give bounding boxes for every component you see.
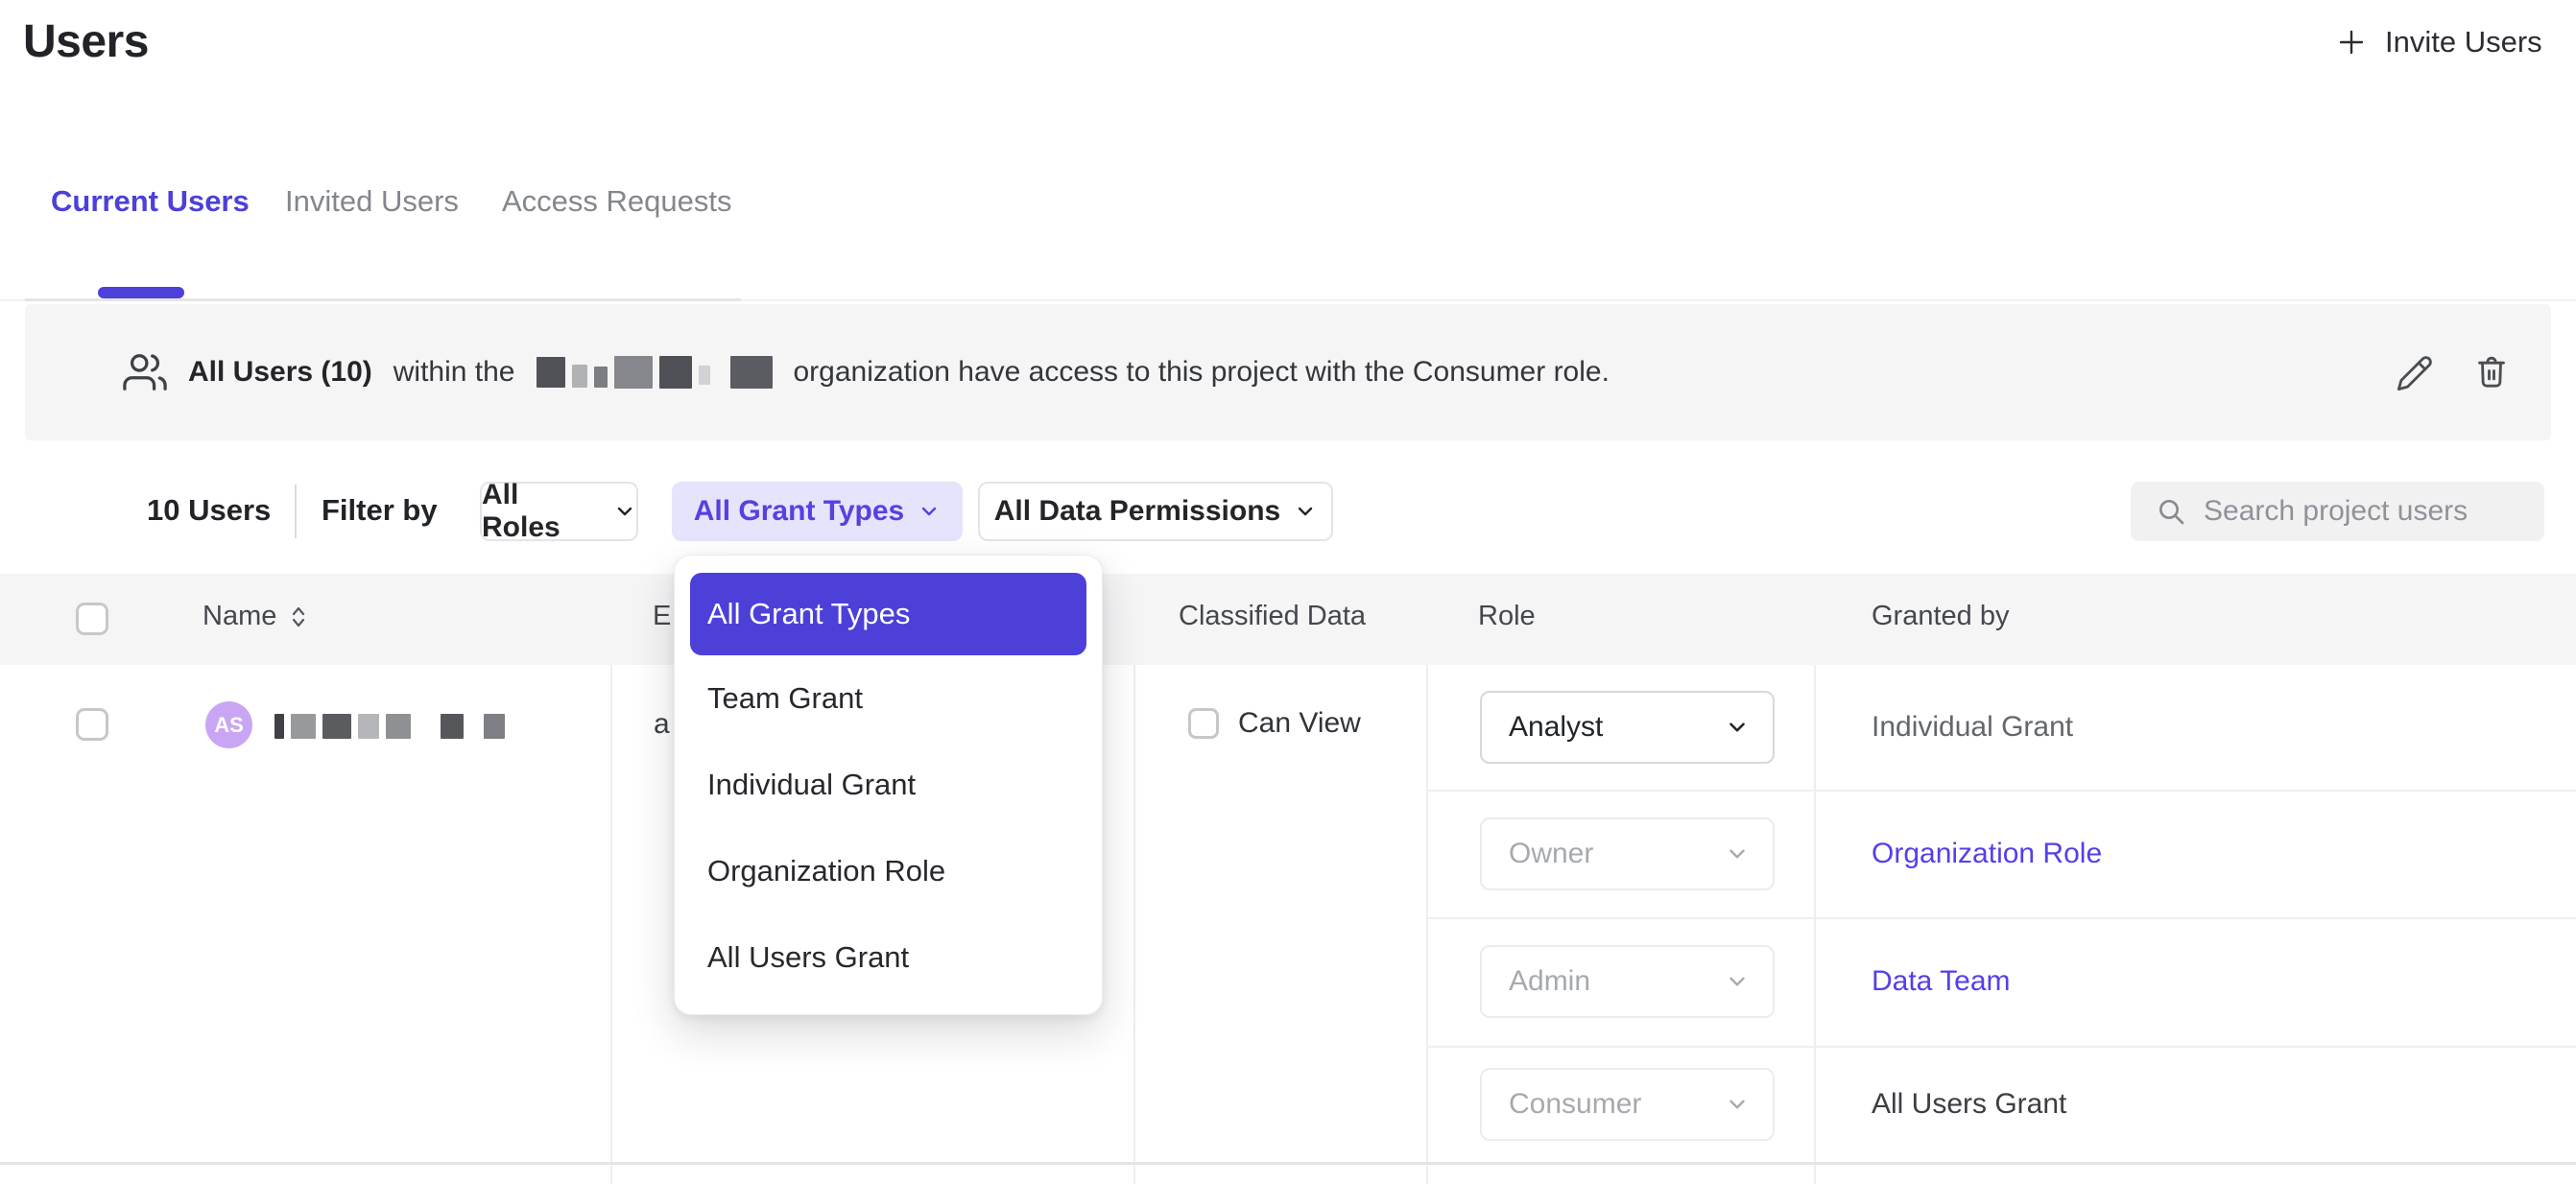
filter-by-label: Filter by — [322, 493, 438, 528]
grant-row-divider — [1427, 917, 2576, 919]
row-checkbox[interactable] — [76, 708, 108, 741]
edit-icon[interactable] — [2396, 354, 2434, 392]
filter-all-roles-label: All Roles — [482, 479, 600, 544]
column-divider — [610, 665, 612, 1184]
role-select-value: Owner — [1509, 838, 1593, 870]
chevron-down-icon — [613, 500, 636, 523]
column-divider — [1133, 665, 1135, 1184]
tab-current-users[interactable]: Current Users — [51, 184, 250, 219]
filter-all-grant-types-label: All Grant Types — [694, 495, 905, 528]
grant-row-divider — [1427, 790, 2576, 792]
grant-types-dropdown-menu: All Grant Types Team Grant Individual Gr… — [674, 555, 1103, 1015]
role-select-admin: Admin — [1480, 945, 1775, 1018]
classified-data-cell: Can View — [1188, 707, 1361, 740]
grant-row-divider — [1427, 1046, 2576, 1048]
toolbar-divider — [295, 485, 297, 538]
banner-bold-text: All Users (10) — [188, 356, 372, 389]
row-divider — [0, 1162, 2576, 1165]
role-select-value: Admin — [1509, 965, 1590, 998]
granted-by-individual-grant: Individual Grant — [1872, 707, 2073, 747]
plus-icon — [2335, 26, 2368, 59]
menu-item-individual-grant[interactable]: Individual Grant — [690, 742, 1086, 828]
column-header-classified-data: Classified Data — [1179, 601, 1366, 632]
org-name-redacted — [537, 356, 773, 389]
avatar: AS — [205, 701, 252, 748]
invite-users-label: Invite Users — [2385, 25, 2542, 59]
filter-all-data-permissions[interactable]: All Data Permissions — [978, 482, 1333, 541]
column-divider — [1814, 665, 1816, 1184]
granted-by-organization-role-link[interactable]: Organization Role — [1872, 834, 2102, 874]
column-header-name[interactable]: Name — [203, 601, 307, 632]
trash-icon[interactable] — [2472, 354, 2511, 392]
role-select-value: Consumer — [1509, 1088, 1641, 1121]
banner-text-before-org: within the — [394, 356, 515, 389]
menu-item-all-grant-types[interactable]: All Grant Types — [690, 573, 1086, 655]
column-divider — [1426, 665, 1428, 1184]
column-header-name-label: Name — [203, 601, 276, 632]
column-header-email: E — [653, 601, 671, 632]
chevron-down-icon — [1725, 715, 1750, 740]
chevron-down-icon — [1725, 841, 1750, 866]
can-view-label: Can View — [1238, 707, 1361, 740]
search-box — [2131, 482, 2544, 541]
active-tab-indicator — [98, 287, 184, 298]
role-select-value: Analyst — [1509, 711, 1603, 744]
select-all-checkbox[interactable] — [76, 603, 108, 635]
menu-item-organization-role[interactable]: Organization Role — [690, 828, 1086, 914]
menu-item-all-users-grant[interactable]: All Users Grant — [690, 914, 1086, 1001]
users-icon — [123, 350, 167, 394]
filter-all-grant-types[interactable]: All Grant Types — [672, 482, 963, 541]
filter-all-data-permissions-label: All Data Permissions — [994, 495, 1280, 528]
search-input[interactable] — [2204, 495, 2523, 528]
tabs-strip-divider — [25, 298, 741, 301]
tab-invited-users[interactable]: Invited Users — [285, 184, 459, 219]
role-select-analyst[interactable]: Analyst — [1480, 691, 1775, 764]
users-page: Users Invite Users Current Users Invited… — [0, 0, 2576, 1184]
user-email-partial: a — [654, 708, 670, 741]
chevron-down-icon — [1725, 1092, 1750, 1117]
role-select-consumer: Consumer — [1480, 1068, 1775, 1141]
banner-text-after-org: organization have access to this project… — [794, 356, 1610, 389]
menu-item-team-grant[interactable]: Team Grant — [690, 655, 1086, 742]
page-title: Users — [23, 15, 149, 68]
filter-all-roles[interactable]: All Roles — [480, 482, 638, 541]
search-icon — [2156, 496, 2186, 527]
granted-by-data-team-link[interactable]: Data Team — [1872, 961, 2011, 1002]
tab-access-requests[interactable]: Access Requests — [502, 184, 732, 219]
granted-by-all-users-grant: All Users Grant — [1872, 1084, 2066, 1125]
chevron-down-icon — [918, 500, 941, 523]
user-name-redacted — [274, 714, 505, 739]
all-users-banner: All Users (10) within the organization h… — [25, 304, 2551, 440]
role-select-owner: Owner — [1480, 817, 1775, 890]
chevron-down-icon — [1294, 500, 1317, 523]
sort-icon — [290, 603, 307, 631]
users-count: 10 Users — [147, 493, 271, 528]
chevron-down-icon — [1725, 969, 1750, 994]
column-header-role: Role — [1478, 601, 1536, 632]
can-view-checkbox[interactable] — [1188, 708, 1219, 739]
invite-users-button[interactable]: Invite Users — [2335, 25, 2542, 59]
column-header-granted-by: Granted by — [1872, 601, 2009, 632]
